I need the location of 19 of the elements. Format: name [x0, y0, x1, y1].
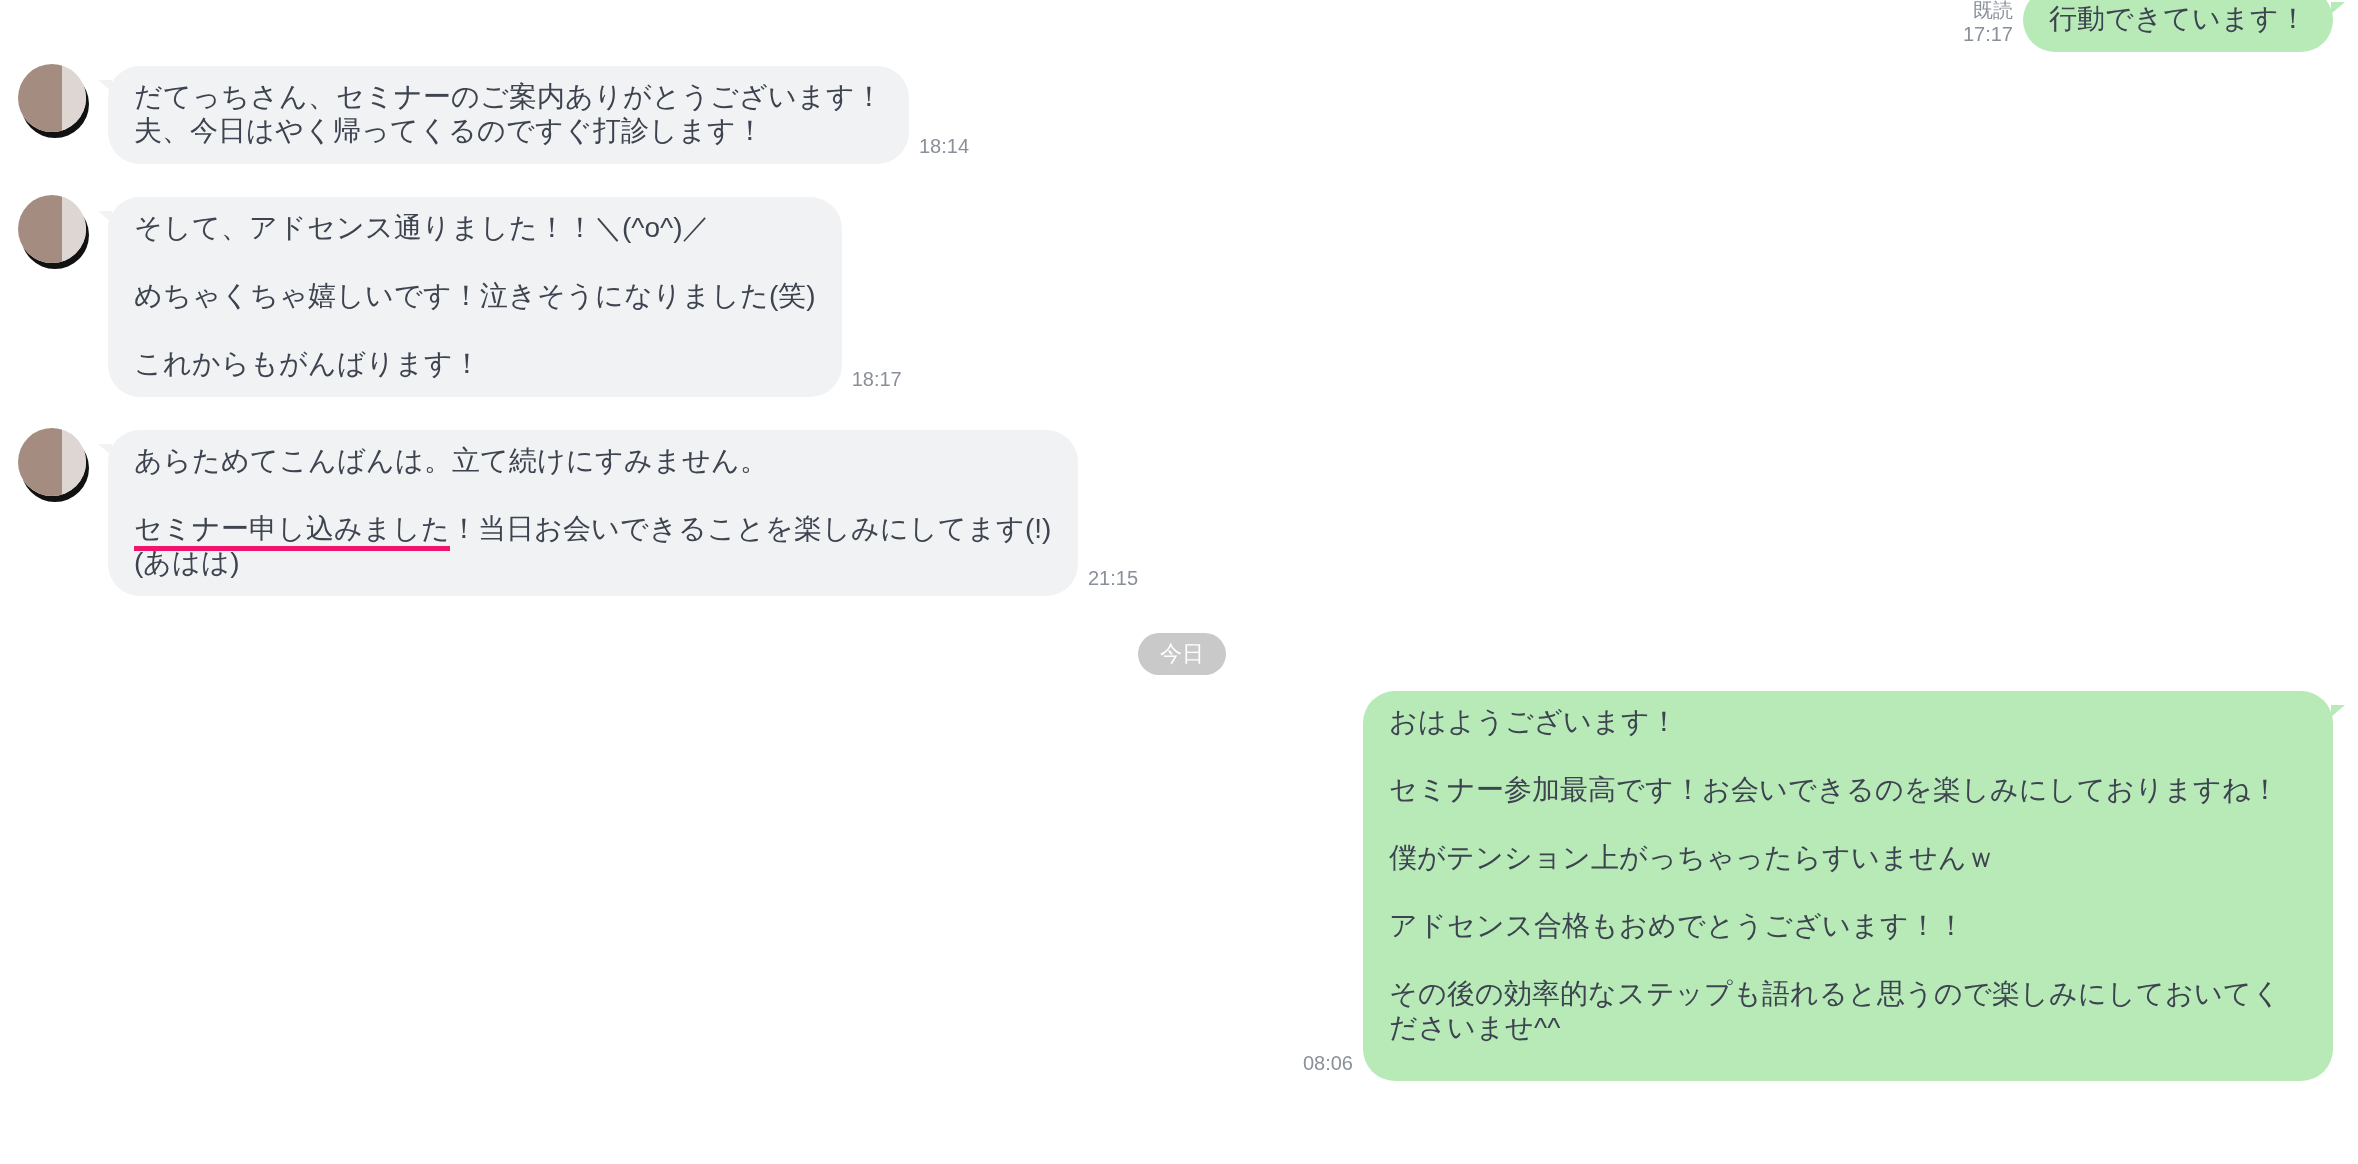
message-time: 21:15	[1088, 566, 1139, 590]
read-receipt: 既読	[1973, 0, 2013, 22]
message-text: その後の効率的なステップも語れると思うので楽しみにしておいてくださいませ^^	[1389, 977, 2282, 1045]
message-time: 17:17	[1962, 22, 2013, 46]
message-text: 夫、今日はやく帰ってくるのですぐ打診します！	[134, 114, 765, 148]
message-text: 僕がテンション上がっちゃったらすいませんｗ	[1389, 841, 1996, 875]
message-text: めちゃくちゃ嬉しいです！泣きそうになりました(笑)	[134, 279, 816, 313]
message-text: だてっちさん、セミナーのご案内ありがとうございます！	[134, 80, 883, 114]
message-time: 18:14	[919, 134, 970, 158]
message-text: あらためてこんばんは。立て続けにすみません。	[134, 444, 769, 478]
message-time: 18:17	[851, 367, 902, 391]
message-text: アドセンス合格もおめでとうございます！！	[1389, 909, 1966, 943]
message-text: おはようございます！	[1389, 705, 1679, 739]
message-text: これからもがんばります！	[134, 347, 482, 381]
message-text: セミナー申し込みました！当日お会いできることを楽しみにしてます(!)(あはは)	[134, 512, 1052, 580]
message-text: 行動できています！	[2049, 2, 2307, 36]
message-text: そして、アドセンス通りました！！＼(^o^)／	[134, 211, 712, 245]
message-text: セミナー参加最高です！お会いできるのを楽しみにしておりますね！	[1389, 773, 2280, 807]
message-time: 08:06	[1302, 1051, 1353, 1075]
